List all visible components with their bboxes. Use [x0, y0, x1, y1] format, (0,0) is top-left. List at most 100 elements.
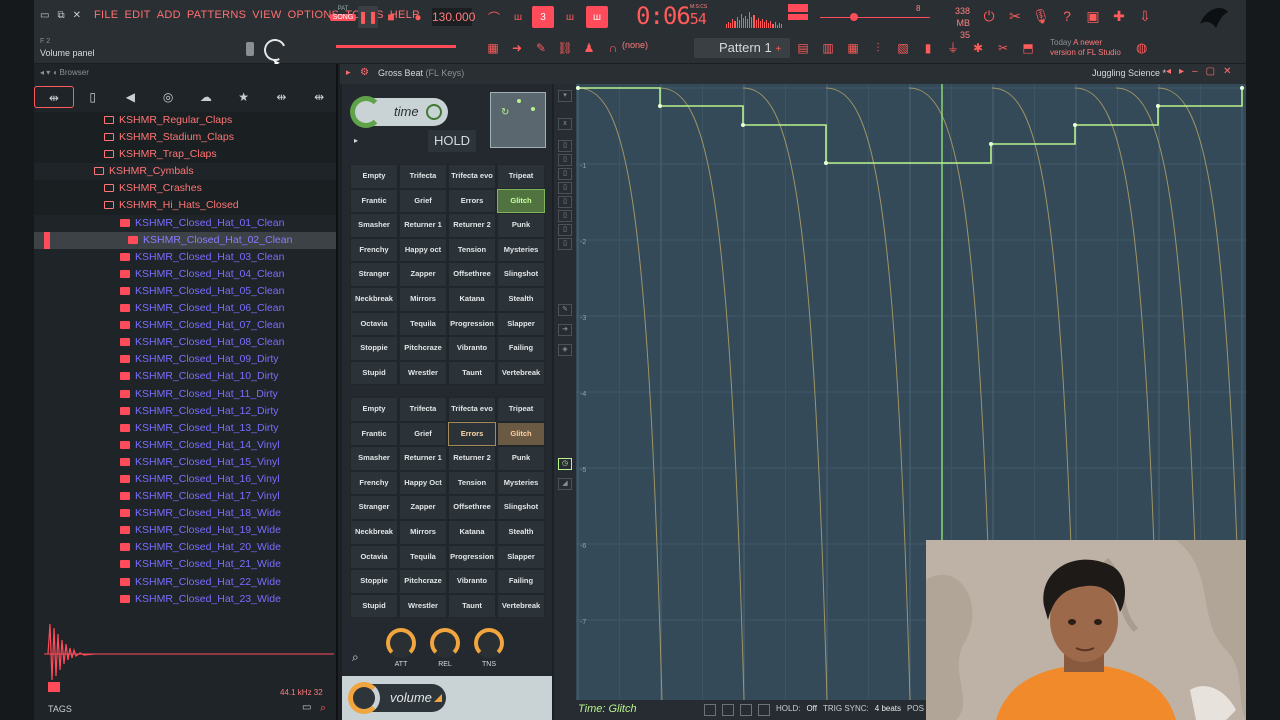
preset-button[interactable]: Offsethree [448, 262, 496, 287]
preset-button[interactable]: Stranger [350, 495, 398, 520]
preset-button[interactable]: Happy Oct [399, 470, 447, 496]
master-volume-icon[interactable] [788, 4, 808, 12]
preset-button[interactable]: Slingshot [497, 495, 545, 520]
plugin-maximize-icon[interactable]: ▢ [1206, 66, 1215, 77]
preset-button[interactable]: Happy oct [399, 237, 447, 263]
preset-name[interactable]: Juggling Science * [1092, 68, 1166, 78]
side-slot-icon[interactable]: ▯ [558, 154, 572, 166]
plugin-minimize-icon[interactable]: – [1192, 66, 1198, 77]
menu-file[interactable]: FILE [94, 9, 118, 21]
prev-preset-icon[interactable]: ◂ [1166, 66, 1171, 77]
browser-folder[interactable]: KSHMR_Regular_Claps [34, 112, 336, 130]
search-icon[interactable]: ⌕ [320, 702, 326, 715]
tab-files-icon[interactable]: ▯ [74, 82, 112, 112]
preset-button[interactable]: Zapper [399, 262, 447, 287]
time-tool-icon[interactable]: ◷ [558, 458, 572, 470]
preset-button[interactable]: Wrestler [399, 360, 447, 386]
wrench-icon[interactable]: ✱ [969, 40, 987, 56]
preset-button[interactable]: Punk [497, 213, 545, 238]
preset-button[interactable]: Smasher [350, 213, 398, 238]
preset-button[interactable]: Errors [448, 188, 496, 214]
browser-file[interactable]: KSHMR_Closed_Hat_22_Wide [34, 574, 336, 591]
file-icon[interactable]: ▮ [919, 40, 937, 56]
browser-file[interactable]: KSHMR_Closed_Hat_18_Wide [34, 505, 336, 522]
tab-all-icon[interactable]: ⇹ [34, 86, 74, 108]
globe-icon[interactable]: ◍ [1136, 40, 1147, 56]
browser-folder[interactable]: KSHMR_Stadium_Claps [34, 129, 336, 147]
side-close-icon[interactable]: x [558, 118, 572, 130]
mixer-icon[interactable]: ⫶ [869, 40, 887, 56]
side-slot-icon[interactable]: ▯ [558, 196, 572, 208]
save-icon[interactable]: ▣ [1084, 7, 1102, 25]
browser-file[interactable]: KSHMR_Closed_Hat_20_Wide [34, 539, 336, 556]
power-icon[interactable]: ⏻ [980, 7, 998, 25]
browser-file[interactable]: KSHMR_Closed_Hat_10_Dirty [34, 368, 336, 385]
preset-button[interactable]: Stealth [497, 286, 545, 312]
tool-pen-icon[interactable] [246, 42, 254, 56]
preset-button[interactable]: Frenchy [350, 470, 398, 496]
preset-button[interactable]: Mirrors [399, 286, 447, 312]
link-toggle-icon[interactable] [704, 704, 716, 716]
preset-button[interactable]: Octavia [350, 311, 398, 337]
preset-button[interactable]: Returner 1 [399, 213, 447, 238]
browser-folder[interactable]: KSHMR_Hi_Hats_Closed [34, 197, 336, 215]
pattern-selector[interactable]: Pattern 1 + [694, 38, 790, 58]
preset-button[interactable]: Smasher [350, 446, 398, 471]
wait-button[interactable]: ш [508, 6, 528, 28]
browser-file[interactable]: KSHMR_Closed_Hat_15_Vinyl [34, 454, 336, 471]
volume-mode-button[interactable]: volume [348, 682, 446, 714]
render-icon[interactable]: ⇩ [1136, 7, 1154, 25]
preset-button[interactable]: Tension [448, 237, 496, 263]
hold-status-value[interactable]: Off [806, 704, 817, 716]
plugin-menu-icon[interactable]: ▸ [346, 67, 351, 78]
restore-icon[interactable]: ⧉ [57, 10, 64, 21]
countdown-button[interactable]: 3 [532, 6, 554, 28]
preset-button[interactable]: Errors [448, 421, 496, 447]
browser-file[interactable]: KSHMR_Closed_Hat_08_Clean [34, 334, 336, 351]
plugin-close-icon[interactable]: ✕ [1223, 66, 1231, 77]
gear-icon[interactable]: ⚙ [360, 67, 369, 78]
step-edit-button[interactable]: ш [560, 6, 580, 28]
tab-star-icon[interactable]: ★ [225, 82, 263, 112]
cart-icon[interactable]: ⬒ [1019, 40, 1037, 56]
folder-icon[interactable]: ▭ [302, 702, 311, 713]
knob-att[interactable]: ATT [386, 628, 416, 668]
preset-button[interactable]: Neckbreak [350, 286, 398, 312]
preset-button[interactable]: Stupid [350, 360, 398, 386]
zoom-icon[interactable]: ⌕ [352, 650, 359, 665]
preset-button[interactable]: Trifecta [399, 397, 447, 422]
preset-button[interactable]: Taunt [448, 360, 496, 386]
browser-file[interactable]: KSHMR_Closed_Hat_06_Clean [34, 300, 336, 317]
preset-button[interactable]: Stoppie [350, 569, 398, 594]
arrow-right-icon[interactable]: ➜ [508, 40, 526, 56]
magnet-icon[interactable]: ∩ [604, 40, 622, 56]
preset-button[interactable]: Stranger [350, 262, 398, 287]
preset-button[interactable]: Frantic [350, 421, 398, 447]
tags-label[interactable]: TAGS [48, 704, 72, 714]
preset-button[interactable]: Progression [448, 311, 496, 337]
preset-button[interactable]: Vibranto [448, 569, 496, 594]
master-slider[interactable] [336, 45, 456, 48]
pause-button[interactable]: ❚❚ [358, 6, 378, 28]
side-slot-icon[interactable]: ▯ [558, 140, 572, 152]
record-button[interactable]: ● [410, 6, 426, 28]
preset-button[interactable]: Vertebreak [497, 360, 545, 386]
preset-button[interactable]: Mirrors [399, 519, 447, 545]
plugin-icon[interactable]: ✚ [1110, 7, 1128, 25]
preset-button[interactable]: Failing [497, 569, 545, 594]
preset-button[interactable]: Trifecta evo [448, 397, 496, 422]
preset-button[interactable]: Slapper [497, 544, 545, 570]
scissor-icon[interactable]: ✂ [994, 40, 1012, 56]
browser-file[interactable]: KSHMR_Closed_Hat_14_Vinyl [34, 437, 336, 454]
browser-file[interactable]: KSHMR_Closed_Hat_21_Wide [34, 556, 336, 573]
knob-rel[interactable]: REL [430, 628, 460, 668]
playlist-icon[interactable]: ▤ [794, 40, 812, 56]
select-tool-icon[interactable]: ➜ [558, 324, 572, 336]
piano-roll-icon[interactable]: ▦ [844, 40, 862, 56]
next-preset-icon[interactable]: ▸ [1179, 66, 1184, 77]
preset-button[interactable]: Pitchcraze [399, 569, 447, 594]
preset-button[interactable]: Taunt [448, 593, 496, 619]
metronome-button[interactable]: ⌒ [484, 6, 504, 28]
pencil-tool-icon[interactable]: ✎ [558, 304, 572, 316]
browser-file[interactable]: KSHMR_Closed_Hat_17_Vinyl [34, 488, 336, 505]
